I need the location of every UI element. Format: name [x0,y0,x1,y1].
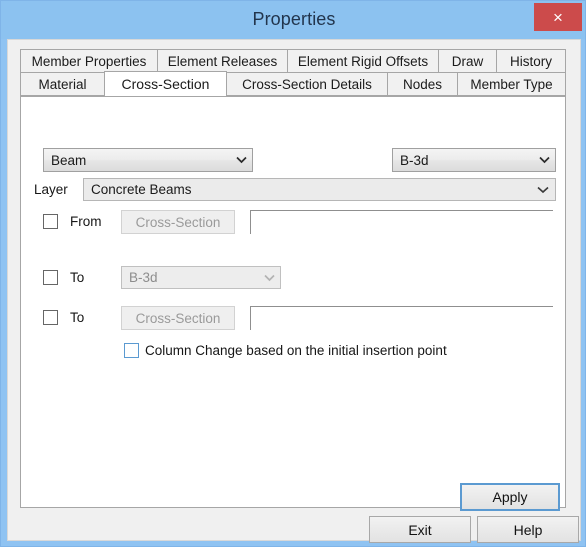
tab-cross-section-details[interactable]: Cross-Section Details [226,72,388,96]
apply-button[interactable]: Apply [460,483,560,511]
layer-combo[interactable]: Concrete Beams [83,178,556,201]
cross-section-tab-panel: Beam B-3d Layer Concrete Beams From Cros… [20,96,566,511]
tab-strip: Member Properties Element Releases Eleme… [20,49,566,97]
exit-button-label: Exit [408,521,432,538]
apply-button-label: Apply [492,489,528,505]
column-change-label: Column Change based on the initial inser… [145,343,447,358]
chevron-down-icon [230,156,252,164]
tab-label: Member Type [470,76,553,92]
tab-element-releases[interactable]: Element Releases [157,49,288,73]
tab-label: Cross-Section [121,76,210,92]
tab-history[interactable]: History [496,49,566,73]
tab-label: Nodes [402,76,443,92]
tab-material[interactable]: Material [20,72,105,96]
exit-button[interactable]: Exit [369,516,471,543]
tab-label: History [509,53,552,69]
window-title: Properties [252,9,336,29]
tab-draw[interactable]: Draw [438,49,497,73]
to-section-combo-value: B-3d [129,270,158,285]
to-section-checkbox[interactable] [43,270,58,285]
cross-section-combo-value: B-3d [400,152,429,168]
to-label-2: To [70,310,85,325]
chevron-down-icon [533,156,555,164]
from-cross-section-button[interactable]: Cross-Section [121,210,235,234]
tab-element-rigid-offsets[interactable]: Element Rigid Offsets [287,49,439,73]
dialog-footer: Exit Help [20,516,579,543]
tab-cross-section[interactable]: Cross-Section [104,71,227,97]
tab-member-properties[interactable]: Member Properties [20,49,158,73]
member-type-combo-value: Beam [51,152,87,168]
to-section-combo[interactable]: B-3d [121,266,281,289]
help-button-label: Help [513,521,543,538]
help-button[interactable]: Help [477,516,579,543]
to-cross-section-button[interactable]: Cross-Section [121,306,235,330]
layer-label: Layer [34,182,68,197]
tab-label: Material [38,76,87,92]
to-cross-section-checkbox[interactable] [43,310,58,325]
tab-member-type[interactable]: Member Type [457,72,566,96]
to-label-1: To [70,270,85,285]
input-edge-tick [250,211,251,224]
tab-label: Member Properties [31,53,147,69]
input-edge-tick [250,307,251,320]
dialog-client-area: Member Properties Element Releases Eleme… [7,39,581,543]
chevron-down-icon [531,186,555,194]
close-icon: × [553,7,563,27]
titlebar: Properties × [1,1,585,39]
member-type-combo[interactable]: Beam [43,148,253,172]
tab-label: Cross-Section Details [242,76,372,92]
cross-section-combo[interactable]: B-3d [392,148,556,172]
properties-dialog-window: Properties × Member Properties Element R… [0,0,586,547]
tab-label: Element Releases [167,53,278,69]
tab-nodes[interactable]: Nodes [387,72,458,96]
from-cross-section-checkbox[interactable] [43,214,58,229]
from-cross-section-input[interactable] [250,210,553,234]
to-cross-section-button-label: Cross-Section [135,310,221,326]
tab-label: Element Rigid Offsets [297,53,429,69]
tab-label: Draw [451,53,484,69]
close-button[interactable]: × [534,3,582,31]
to-cross-section-input[interactable] [250,306,553,330]
column-change-checkbox[interactable] [124,343,139,358]
chevron-down-icon [258,274,280,282]
from-cross-section-button-label: Cross-Section [135,214,221,230]
layer-combo-value: Concrete Beams [91,182,192,197]
from-label: From [70,214,102,229]
